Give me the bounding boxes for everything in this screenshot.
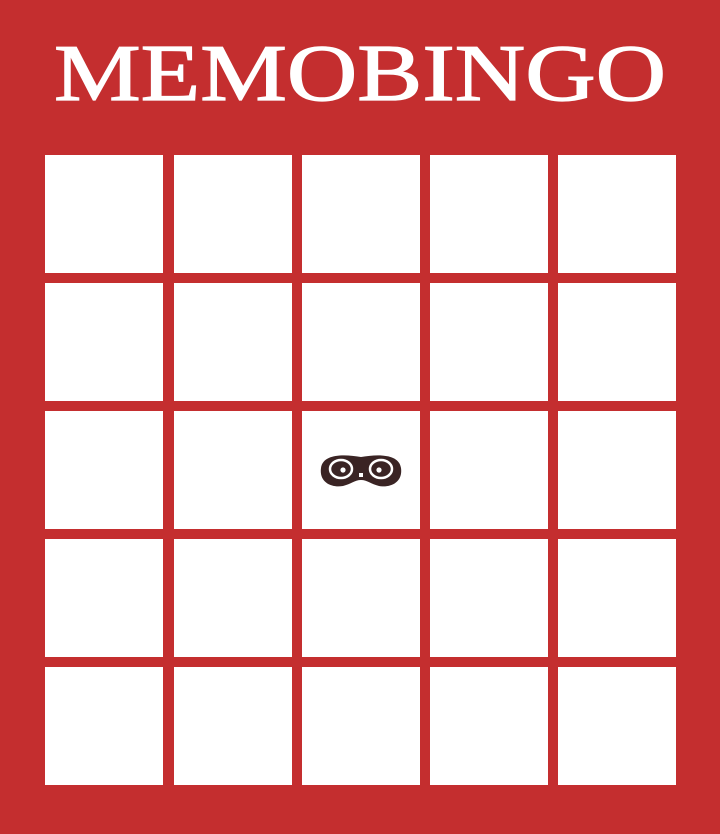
bingo-cell-r3-c1[interactable] bbox=[45, 411, 163, 529]
bingo-cell-r2-c5[interactable] bbox=[558, 283, 676, 401]
bingo-cell-r4-c1[interactable] bbox=[45, 539, 163, 657]
bingo-cell-r5-c2[interactable] bbox=[174, 667, 292, 785]
bingo-cell-r4-c3[interactable] bbox=[302, 539, 420, 657]
free-space-mask-icon bbox=[320, 455, 402, 487]
card-title-text: MEMOBINGO bbox=[54, 30, 666, 118]
card-title: MEMOBINGO bbox=[0, 28, 720, 120]
bingo-cell-r3-c4[interactable] bbox=[430, 411, 548, 529]
bingo-cell-r2-c1[interactable] bbox=[45, 283, 163, 401]
bingo-cell-r5-c3[interactable] bbox=[302, 667, 420, 785]
bingo-cell-r4-c4[interactable] bbox=[430, 539, 548, 657]
bingo-cell-r1-c1[interactable] bbox=[45, 155, 163, 273]
bingo-cell-r5-c4[interactable] bbox=[430, 667, 548, 785]
bingo-cell-r1-c5[interactable] bbox=[558, 155, 676, 273]
bingo-cell-r3-c2[interactable] bbox=[174, 411, 292, 529]
bingo-cell-r2-c4[interactable] bbox=[430, 283, 548, 401]
bingo-cell-r2-c2[interactable] bbox=[174, 283, 292, 401]
bingo-cell-free-space[interactable] bbox=[302, 411, 420, 529]
bingo-cell-r1-c4[interactable] bbox=[430, 155, 548, 273]
bingo-card: MEMOBINGO bbox=[0, 0, 720, 834]
bingo-cell-r5-c5[interactable] bbox=[558, 667, 676, 785]
bingo-cell-r3-c5[interactable] bbox=[558, 411, 676, 529]
bingo-cell-r2-c3[interactable] bbox=[302, 283, 420, 401]
bingo-cell-r1-c2[interactable] bbox=[174, 155, 292, 273]
bingo-cell-r1-c3[interactable] bbox=[302, 155, 420, 273]
bingo-cell-r4-c2[interactable] bbox=[174, 539, 292, 657]
bingo-cell-r5-c1[interactable] bbox=[45, 667, 163, 785]
bingo-cell-r4-c5[interactable] bbox=[558, 539, 676, 657]
